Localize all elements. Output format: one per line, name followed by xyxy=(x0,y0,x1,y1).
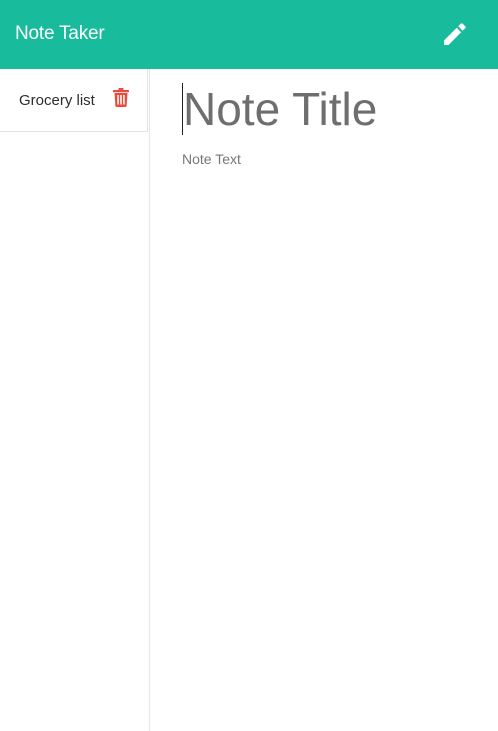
pencil-icon[interactable] xyxy=(441,20,469,48)
list-item[interactable]: Grocery list xyxy=(0,69,148,132)
note-list: Grocery list xyxy=(0,69,149,132)
note-text-input[interactable] xyxy=(182,149,482,709)
sidebar: Grocery list xyxy=(0,69,150,731)
note-editor xyxy=(150,69,498,731)
brand-link[interactable]: Note Taker xyxy=(15,21,105,47)
trash-icon[interactable] xyxy=(113,88,129,107)
note-list-item-title[interactable]: Grocery list xyxy=(19,91,95,111)
navbar: Note Taker xyxy=(0,0,498,69)
note-title-input[interactable] xyxy=(182,83,482,135)
